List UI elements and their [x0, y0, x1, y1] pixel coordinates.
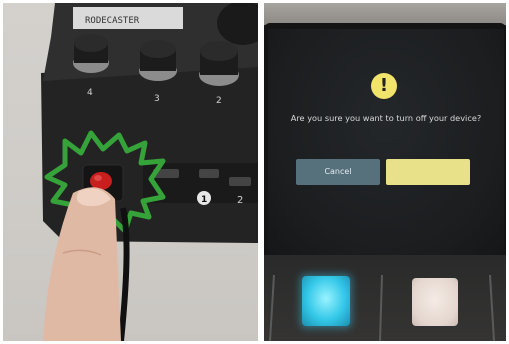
usb-port-2 — [199, 169, 219, 178]
knob-number-3: 3 — [154, 94, 160, 104]
dialog-question: Are you sure you want to turn off your d… — [290, 113, 482, 123]
cancel-button[interactable]: Cancel — [296, 159, 380, 185]
knob-4 — [73, 34, 109, 73]
power-button-highlight — [94, 175, 102, 181]
pad-dividers — [269, 274, 495, 341]
confirm-button[interactable] — [386, 159, 470, 185]
right-photo-shutdown-dialog: ! Are you sure you want to turn off your… — [264, 3, 506, 341]
top-shelf — [264, 3, 506, 25]
pad-panel — [264, 255, 506, 341]
port-number-2: 2 — [237, 195, 243, 206]
pad-white — [412, 278, 458, 326]
port-number-1: 1 — [201, 195, 207, 205]
usb-port-3 — [229, 177, 251, 186]
device-screen: ! Are you sure you want to turn off your… — [268, 29, 504, 255]
pad-blue — [302, 276, 350, 326]
device-photo: RODECASTER 4 3 2 1 2 — [41, 3, 258, 341]
knob-3 — [139, 40, 177, 81]
warning-icon: ! — [371, 73, 397, 99]
knob-2 — [199, 41, 239, 86]
left-photo-device-power-button: RODECASTER 4 3 2 1 2 — [3, 3, 258, 341]
device-brand-text: RODECASTER — [85, 16, 140, 26]
knob-number-4: 4 — [87, 88, 93, 98]
knob-number-2: 2 — [216, 96, 222, 106]
